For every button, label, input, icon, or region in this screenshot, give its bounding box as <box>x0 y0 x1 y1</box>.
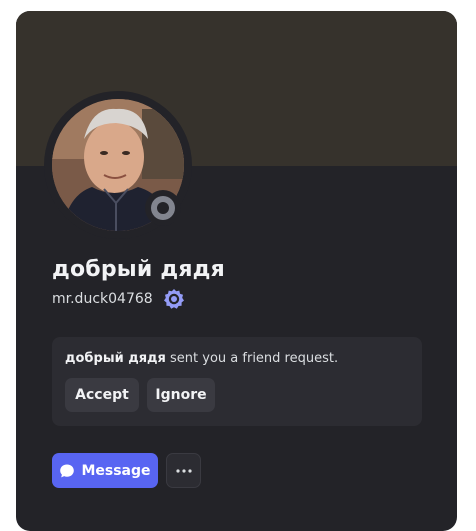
accept-button[interactable]: Accept <box>65 378 139 412</box>
message-button[interactable]: Message <box>52 453 158 488</box>
username-row: mr.duck04768 <box>52 288 185 310</box>
profile-card: добрый дядя mr.duck04768 добрый дядя sen… <box>16 11 457 531</box>
chat-bubble-icon <box>60 464 75 477</box>
display-name: добрый дядя <box>52 257 225 282</box>
status-indicator <box>145 190 181 226</box>
offline-status-icon <box>151 196 175 220</box>
username[interactable]: mr.duck04768 <box>52 291 153 307</box>
request-sender: добрый дядя <box>65 351 166 366</box>
avatar-frame <box>44 91 192 239</box>
ellipsis-icon <box>175 468 192 473</box>
request-message: sent you a friend request. <box>165 351 339 366</box>
ignore-button[interactable]: Ignore <box>147 378 215 412</box>
more-options-button[interactable] <box>166 453 201 488</box>
nitro-badge-icon[interactable] <box>163 288 185 310</box>
friend-request-text: добрый дядя sent you a friend request. <box>65 351 338 366</box>
message-button-label: Message <box>81 462 151 479</box>
friend-request-panel: добрый дядя sent you a friend request. A… <box>52 337 422 426</box>
